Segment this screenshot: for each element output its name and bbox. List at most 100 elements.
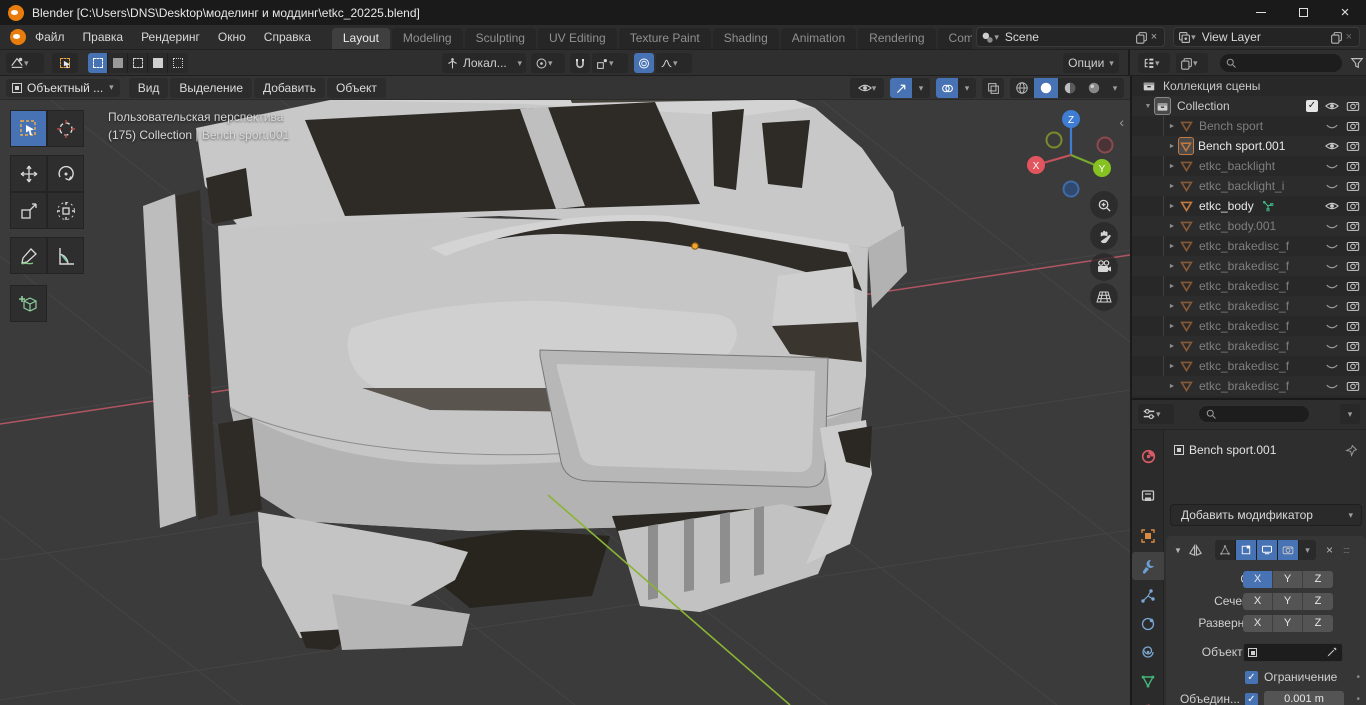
render-visibility-icon[interactable] bbox=[1346, 239, 1360, 253]
merge-checkbox[interactable]: ✓ bbox=[1245, 693, 1258, 705]
shading-rendered-button[interactable] bbox=[1082, 78, 1106, 98]
select-mode-subtract[interactable] bbox=[128, 53, 148, 73]
drag-handle[interactable]: :::: bbox=[1343, 545, 1349, 555]
disclosure-icon[interactable]: ► bbox=[1166, 183, 1178, 190]
gizmos-toggle[interactable] bbox=[890, 78, 912, 98]
tool-transform[interactable] bbox=[47, 192, 84, 229]
outliner-row-etkc-body[interactable]: ► etkc_body bbox=[1132, 196, 1366, 216]
workspace-tab-compositing[interactable]: Compositing bbox=[938, 28, 973, 49]
breadcrumb-object-name[interactable]: Bench sport.001 bbox=[1189, 443, 1276, 457]
options-dropdown[interactable]: Опции ▾ bbox=[1063, 53, 1119, 73]
eye-icon[interactable] bbox=[1325, 99, 1339, 113]
flip-z-button[interactable]: Z bbox=[1303, 615, 1333, 632]
eye-closed-icon[interactable] bbox=[1325, 119, 1339, 133]
modifier-extras-dropdown[interactable]: ▾ bbox=[1299, 540, 1316, 560]
properties-search-input[interactable] bbox=[1198, 405, 1310, 423]
pivot-point-dropdown[interactable]: ▾ bbox=[531, 53, 565, 73]
unlink-scene-icon[interactable]: × bbox=[1148, 31, 1160, 43]
disclosure-icon[interactable]: ► bbox=[1166, 203, 1178, 210]
render-visibility-icon[interactable] bbox=[1346, 139, 1360, 153]
disclosure-icon[interactable]: ► bbox=[1166, 263, 1178, 270]
render-visibility-icon[interactable] bbox=[1346, 179, 1360, 193]
proportional-editing-toggle[interactable] bbox=[634, 53, 654, 73]
eye-icon[interactable] bbox=[1325, 199, 1339, 213]
shading-material-button[interactable] bbox=[1058, 78, 1082, 98]
eyedropper-icon[interactable] bbox=[1326, 646, 1338, 658]
menu-edit[interactable]: Правка bbox=[74, 26, 133, 48]
menu-add[interactable]: Добавить bbox=[254, 78, 325, 98]
disclosure-icon[interactable]: ► bbox=[1166, 143, 1178, 150]
filter-icon[interactable] bbox=[1350, 56, 1364, 70]
outliner-row-object[interactable]: ► etkc_brakedisc_f bbox=[1132, 276, 1366, 296]
add-modifier-dropdown[interactable]: Добавить модификатор ▾ bbox=[1170, 504, 1362, 526]
menu-select[interactable]: Выделение bbox=[170, 78, 252, 98]
outliner-row-object[interactable]: ► etkc_backlight_i bbox=[1132, 176, 1366, 196]
disclosure-icon[interactable]: ► bbox=[1166, 363, 1178, 370]
camera-view-button[interactable] bbox=[1090, 253, 1118, 281]
eye-closed-icon[interactable] bbox=[1325, 379, 1339, 393]
disclosure-icon[interactable]: ► bbox=[1166, 343, 1178, 350]
tool-scale[interactable] bbox=[10, 192, 47, 229]
flip-x-button[interactable]: X bbox=[1243, 615, 1273, 632]
render-visibility-icon[interactable] bbox=[1346, 379, 1360, 393]
tool-measure[interactable] bbox=[47, 237, 84, 274]
zoom-button[interactable] bbox=[1090, 191, 1118, 219]
render-visibility-icon[interactable] bbox=[1346, 259, 1360, 273]
disclosure-icon[interactable]: ► bbox=[1166, 243, 1178, 250]
menu-help[interactable]: Справка bbox=[255, 26, 320, 48]
properties-editor-type-button[interactable]: ▾ bbox=[1138, 404, 1174, 424]
menu-render[interactable]: Рендеринг bbox=[132, 26, 209, 48]
viewport-3d[interactable]: Объектный ... ▾ Вид Выделение Добавить О… bbox=[0, 76, 1130, 705]
workspace-tab-sculpting[interactable]: Sculpting bbox=[465, 28, 536, 49]
maximize-button[interactable] bbox=[1282, 0, 1324, 25]
render-visibility-icon[interactable] bbox=[1346, 339, 1360, 353]
render-visibility-icon[interactable] bbox=[1346, 119, 1360, 133]
new-view-layer-icon[interactable] bbox=[1330, 31, 1343, 44]
outliner-row-scene-collection[interactable]: Коллекция сцены bbox=[1132, 76, 1366, 96]
delete-modifier-button[interactable]: × bbox=[1326, 543, 1333, 557]
outliner-row-object[interactable]: ► etkc_brakedisc_f bbox=[1132, 356, 1366, 376]
eye-closed-icon[interactable] bbox=[1325, 159, 1339, 173]
animate-dot[interactable]: • bbox=[1356, 672, 1360, 683]
axis-z-button[interactable]: Z bbox=[1303, 571, 1333, 588]
outliner-row-object[interactable]: ► etkc_brakedisc_f bbox=[1132, 236, 1366, 256]
eye-closed-icon[interactable] bbox=[1325, 219, 1339, 233]
properties-filter-dropdown[interactable]: ▾ bbox=[1340, 404, 1360, 424]
remove-view-layer-icon[interactable]: × bbox=[1343, 31, 1355, 43]
modifier-render-toggle[interactable] bbox=[1278, 540, 1299, 560]
disclosure-icon[interactable]: ► bbox=[1166, 303, 1178, 310]
tab-particle-properties[interactable] bbox=[1132, 582, 1164, 610]
animate-dot[interactable]: • bbox=[1356, 694, 1360, 705]
navigation-gizmo[interactable]: Z X Y bbox=[1021, 105, 1121, 205]
scene-name[interactable]: Scene bbox=[1005, 30, 1129, 44]
render-visibility-icon[interactable] bbox=[1346, 279, 1360, 293]
expand-icon[interactable]: ▼ bbox=[1172, 546, 1184, 555]
tool-select-box[interactable] bbox=[10, 110, 47, 147]
disclosure-icon[interactable]: ► bbox=[1166, 283, 1178, 290]
outliner-row-object[interactable]: ► etkc_backlight bbox=[1132, 156, 1366, 176]
outliner-row-object[interactable]: ► etkc_brakedisc_f bbox=[1132, 296, 1366, 316]
render-visibility-icon[interactable] bbox=[1346, 99, 1360, 113]
mode-dropdown[interactable]: Объектный ... ▾ bbox=[6, 79, 120, 97]
overlays-dropdown[interactable]: ▾ bbox=[958, 78, 976, 98]
active-tool-button[interactable] bbox=[52, 53, 78, 73]
close-button[interactable]: × bbox=[1324, 0, 1366, 25]
view-layer-icon[interactable] bbox=[1178, 31, 1191, 44]
mirror-object-field[interactable] bbox=[1243, 643, 1343, 662]
select-mode-intersect[interactable] bbox=[168, 53, 188, 73]
snap-target-dropdown[interactable]: ▾ bbox=[592, 53, 628, 73]
bisect-z-button[interactable]: Z bbox=[1303, 593, 1333, 610]
outliner-row-object[interactable]: ► etkc_body.001 bbox=[1132, 216, 1366, 236]
scene-icon[interactable] bbox=[981, 31, 994, 44]
bisect-y-button[interactable]: Y bbox=[1273, 593, 1303, 610]
render-visibility-icon[interactable] bbox=[1346, 299, 1360, 313]
sidebar-collapse-icon[interactable]: ‹ bbox=[1119, 114, 1124, 130]
perspective-toggle-button[interactable] bbox=[1090, 283, 1118, 311]
render-visibility-icon[interactable] bbox=[1346, 359, 1360, 373]
render-visibility-icon[interactable] bbox=[1346, 199, 1360, 213]
select-mode-invert[interactable] bbox=[148, 53, 168, 73]
shading-dropdown[interactable]: ▾ bbox=[1106, 78, 1124, 98]
outliner-display-mode-button[interactable]: ▾ bbox=[1176, 53, 1208, 73]
pin-icon[interactable] bbox=[1345, 444, 1358, 457]
gizmos-dropdown[interactable]: ▾ bbox=[912, 78, 930, 98]
